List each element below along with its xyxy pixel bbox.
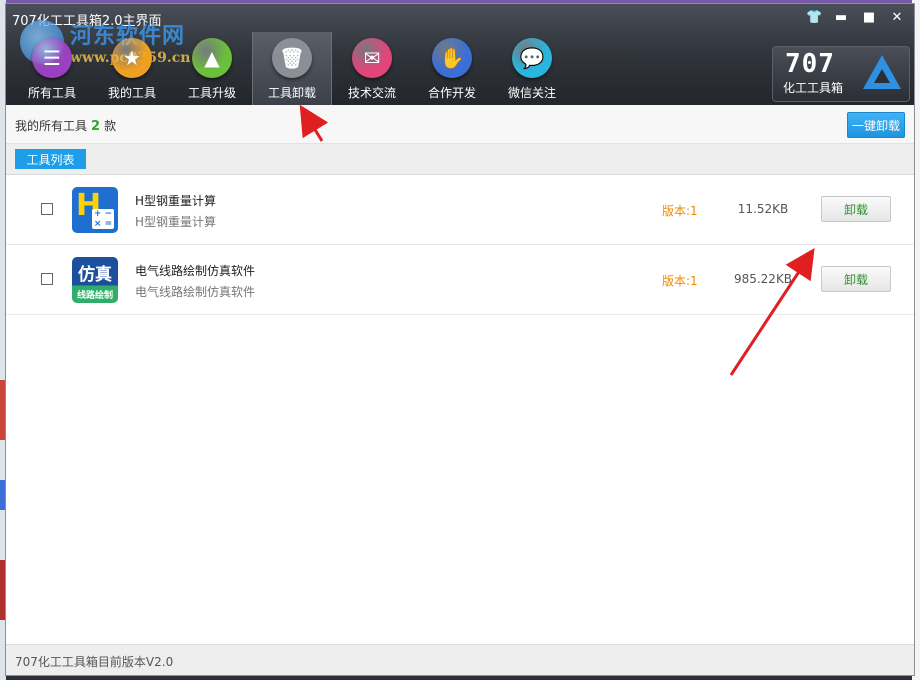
uninstall-button[interactable]: 卸载	[821, 196, 891, 222]
brand-logo: 707 化工工具箱	[772, 46, 910, 102]
wechat-icon: 💬	[512, 38, 552, 78]
window-controls: 👕 ▬ ■ ✕	[806, 10, 904, 26]
info-bar: 我的所有工具 2 款 一键卸载	[6, 105, 914, 144]
status-bar: 707化工工具箱目前版本V2.0	[6, 644, 914, 675]
tool-size: 11.52KB	[737, 202, 789, 216]
brand-subtitle: 化工工具箱	[783, 81, 844, 95]
skin-shirt-icon[interactable]: 👕	[806, 10, 822, 26]
nav-item-5[interactable]: ✋ 合作开发	[412, 32, 492, 105]
tool-list: H + − × = H型钢重量计算 H型钢重量计算 版本:1 11.52KB 卸载 仿真 线路绘制…	[6, 175, 914, 315]
nav-label: 微信关注	[507, 86, 556, 100]
tool-name: H型钢重量计算	[135, 194, 217, 208]
circuit-simulation-icon: 仿真 线路绘制	[72, 257, 118, 303]
nav-label: 工具卸载	[267, 86, 316, 100]
all-tools-icon: ☰	[32, 38, 72, 78]
main-window: 707化工工具箱2.0主界面 河东软件网 www.pc0359.cn 👕 ▬ ■…	[5, 3, 915, 676]
nav-item-3[interactable]: 🗑 工具卸载	[252, 32, 332, 105]
tool-description: H型钢重量计算	[135, 215, 217, 229]
nav-label: 合作开发	[427, 86, 476, 100]
summary-suffix: 款	[104, 119, 117, 133]
brand-number: 707	[785, 49, 835, 79]
select-checkbox[interactable]	[41, 203, 53, 215]
close-icon[interactable]: ✕	[890, 10, 904, 26]
tab-bar: 工具列表	[6, 144, 914, 175]
tool-version: 版本:1	[662, 274, 698, 288]
tool-version: 版本:1	[662, 204, 698, 218]
minimize-icon[interactable]: ▬	[834, 10, 848, 26]
table-row: H + − × = H型钢重量计算 H型钢重量计算 版本:1 11.52KB 卸载	[6, 175, 914, 245]
nav-item-1[interactable]: ★ 我的工具	[92, 32, 172, 105]
tool-count: 2	[91, 119, 101, 134]
table-row: 仿真 线路绘制 电气线路绘制仿真软件 电气线路绘制仿真软件 版本:1 985.22KB 卸载	[6, 245, 914, 315]
tool-name: 电气线路绘制仿真软件	[135, 264, 256, 278]
nav-item-6[interactable]: 💬 微信关注	[492, 32, 572, 105]
select-checkbox[interactable]	[41, 273, 53, 285]
title-bar: 707化工工具箱2.0主界面 河东软件网 www.pc0359.cn 👕 ▬ ■…	[6, 4, 914, 105]
exchange-icon: ✉	[352, 38, 392, 78]
nav-label: 技术交流	[347, 86, 396, 100]
tool-description: 电气线路绘制仿真软件	[135, 285, 256, 299]
version-status: 707化工工具箱目前版本V2.0	[15, 655, 174, 669]
tool-count-summary: 我的所有工具 2 款	[15, 117, 116, 134]
uninstall-button[interactable]: 卸载	[821, 266, 891, 292]
uninstall-all-button[interactable]: 一键卸载	[847, 112, 905, 138]
nav-item-2[interactable]: ▲ 工具升级	[172, 32, 252, 105]
h-steel-calculator-icon: H + − × =	[72, 187, 118, 233]
nav-label: 工具升级	[187, 86, 236, 100]
my-tools-icon: ★	[112, 38, 152, 78]
upgrade-icon: ▲	[192, 38, 232, 78]
main-nav: ☰ 所有工具 ★ 我的工具 ▲ 工具升级 🗑 工具卸载 ✉ 技术交流 ✋ 合作开发 💬 微信关注	[12, 32, 572, 105]
tab-tool-list[interactable]: 工具列表	[15, 149, 86, 169]
nav-label: 所有工具	[27, 86, 76, 100]
nav-label: 我的工具	[107, 86, 156, 100]
maximize-icon[interactable]: ■	[862, 10, 876, 26]
tool-size: 985.22KB	[733, 272, 793, 286]
nav-item-0[interactable]: ☰ 所有工具	[12, 32, 92, 105]
trash-icon: 🗑	[272, 38, 312, 78]
nav-item-4[interactable]: ✉ 技术交流	[332, 32, 412, 105]
summary-prefix: 我的所有工具	[15, 119, 88, 133]
handshake-icon: ✋	[432, 38, 472, 78]
